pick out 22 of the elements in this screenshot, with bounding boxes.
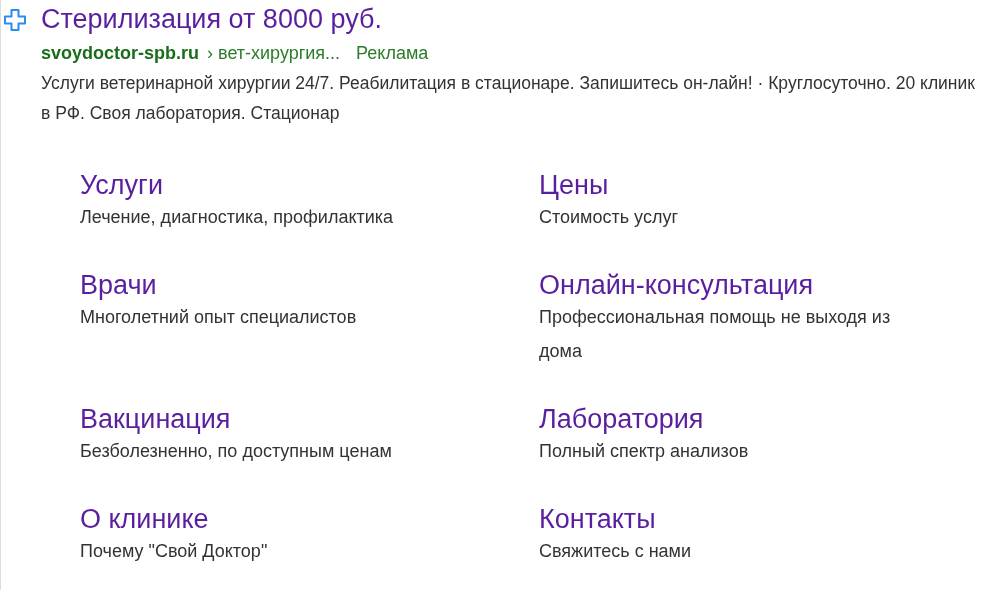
ad-title-link[interactable]: Стерилизация от 8000 руб. — [41, 0, 382, 38]
sitelink-description: Стоимость услуг — [539, 206, 679, 229]
breadcrumb-link[interactable]: › вет-хирургия... — [207, 38, 341, 68]
plus-icon — [3, 8, 27, 32]
sitelink-description: Свяжитесь с нами — [539, 540, 692, 563]
sitelink-title[interactable]: Вакцинация — [80, 402, 231, 436]
sitelink-title[interactable]: Цены — [539, 168, 609, 202]
sitelink-description: Лечение, диагностика, профилактика — [80, 206, 395, 229]
sitelink-description: Безболезненно, по доступным ценам — [80, 440, 393, 463]
domain-link[interactable]: svoydoctor-spb.ru — [41, 38, 200, 68]
sitelink-title[interactable]: Контакты — [539, 502, 656, 536]
sitelink-title[interactable]: Лаборатория — [539, 402, 704, 436]
sitelink-title[interactable]: Услуги — [80, 168, 164, 202]
sitelink-title[interactable]: Врачи — [80, 268, 157, 302]
sitelink-description: Многолетний опыт специалистов — [80, 306, 358, 329]
sitelink-title[interactable]: Онлайн-консультация — [539, 268, 814, 302]
sitelink-description: Почему "Свой Доктор" — [80, 540, 269, 563]
sitelink-title[interactable]: О клинике — [80, 502, 209, 536]
sitelink-description: Профессиональная помощь не выходя из дома — [539, 306, 892, 363]
sitelink-description: Полный спектр анализов — [539, 440, 750, 463]
ad-label: Реклама — [356, 42, 429, 65]
ad-description: Услуги ветеринарной хирургии 24/7. Реабилитация в стационаре. Запишитесь он-лайн! · Круглосуточно. 20 клиник в РФ. Своя лаборатория. Стационар — [41, 72, 976, 125]
